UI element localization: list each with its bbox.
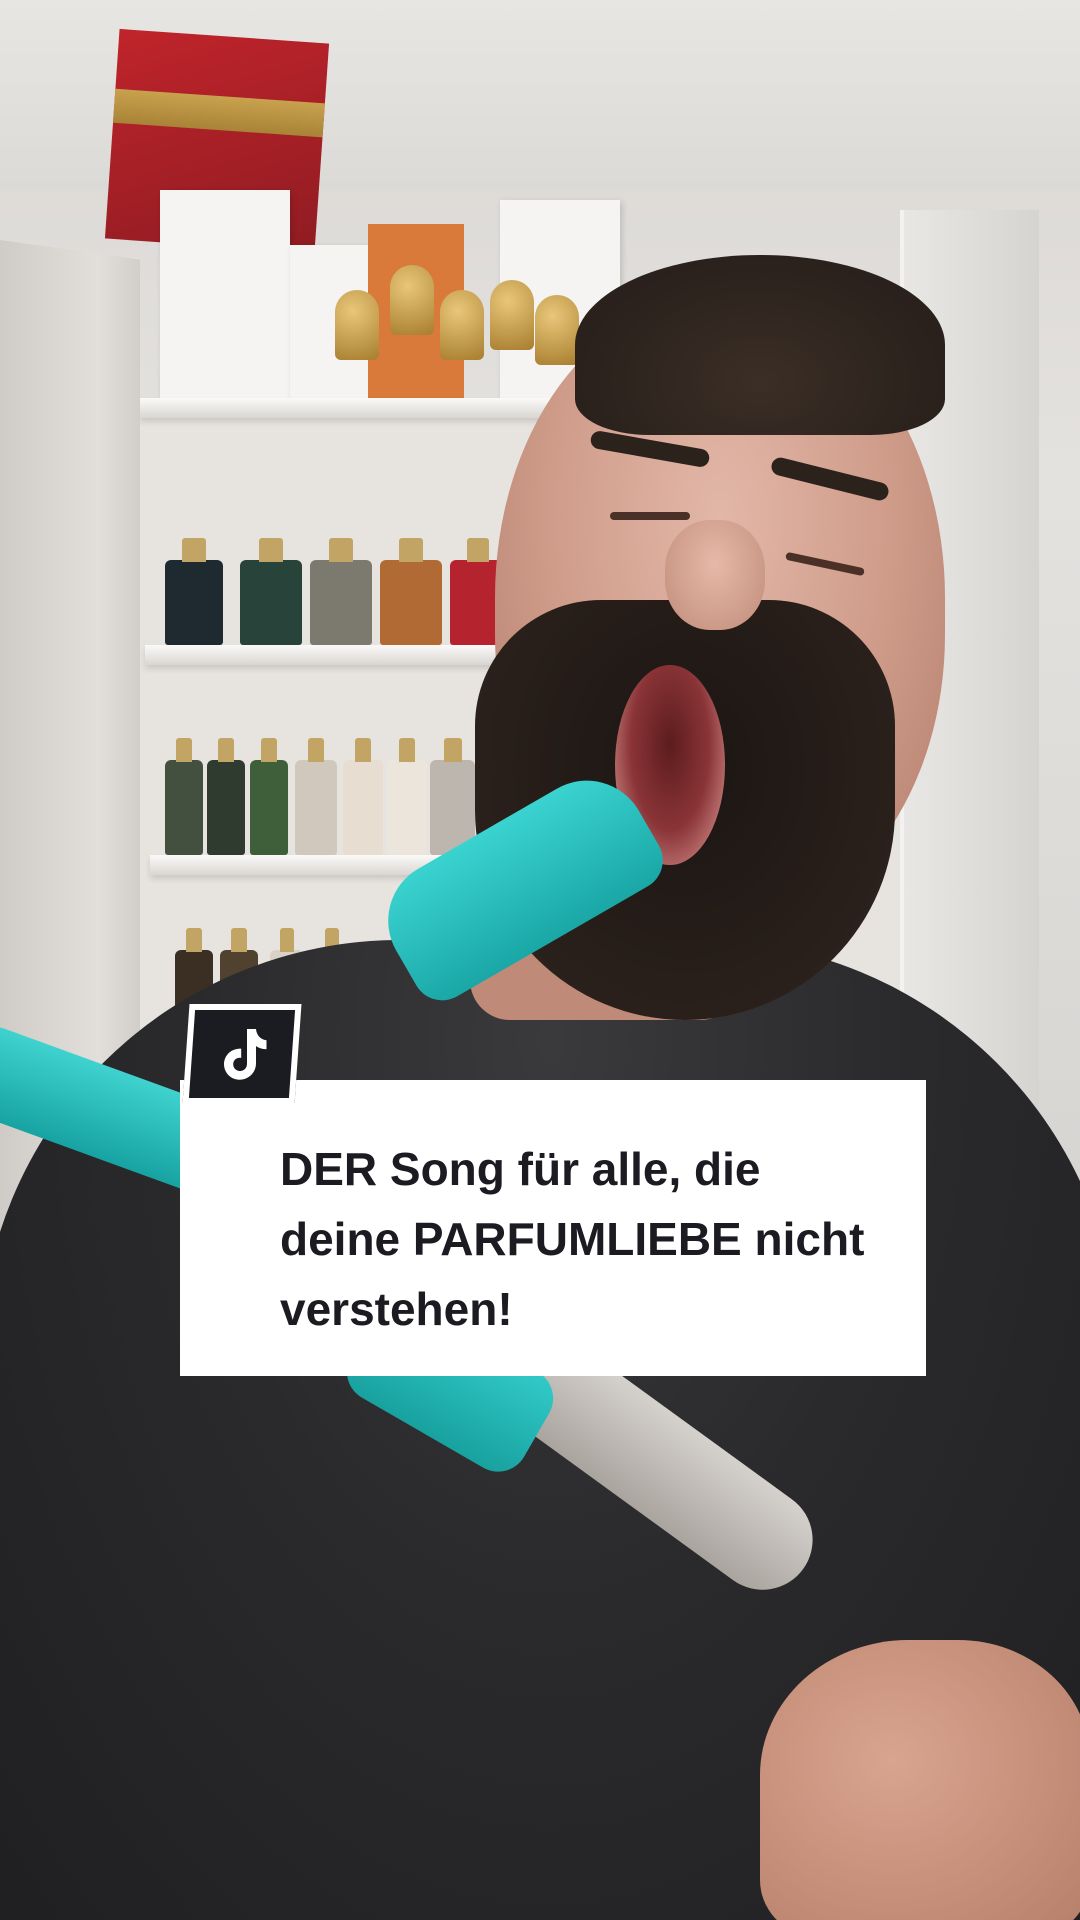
- gold-bottle: [335, 290, 379, 360]
- shelf: [145, 645, 515, 665]
- perfume-bottle: [207, 738, 245, 855]
- perfume-bottle: [165, 738, 203, 855]
- gold-bottle: [490, 280, 534, 350]
- perfume-row: [165, 538, 545, 645]
- video-frame: DER Song für alle, die deine PARFUMLIEBE…: [0, 0, 1080, 1920]
- closed-eye: [610, 512, 690, 520]
- perfume-bottle: [250, 738, 288, 855]
- hair: [575, 255, 945, 435]
- perfume-row: [165, 738, 485, 855]
- tiktok-badge: [182, 1004, 302, 1104]
- shelf: [140, 398, 580, 418]
- nose: [665, 520, 765, 630]
- hand: [760, 1640, 1080, 1920]
- perfume-bottle: [310, 538, 372, 645]
- white-perfume-box: [160, 190, 290, 400]
- perfume-bottle: [295, 738, 337, 855]
- perfume-bottle: [380, 538, 442, 645]
- gold-bottle: [440, 290, 484, 360]
- caption-card: DER Song für alle, die deine PARFUMLIEBE…: [180, 1080, 926, 1376]
- tiktok-logo-icon: [224, 1029, 267, 1080]
- perfume-bottle: [165, 538, 223, 645]
- perfume-bottle: [343, 738, 383, 855]
- perfume-bottle: [240, 538, 302, 645]
- gold-bottle: [390, 265, 434, 335]
- gold-bottle: [535, 295, 579, 365]
- perfume-bottle: [387, 738, 427, 855]
- caption-text: DER Song für alle, die deine PARFUMLIEBE…: [280, 1143, 865, 1335]
